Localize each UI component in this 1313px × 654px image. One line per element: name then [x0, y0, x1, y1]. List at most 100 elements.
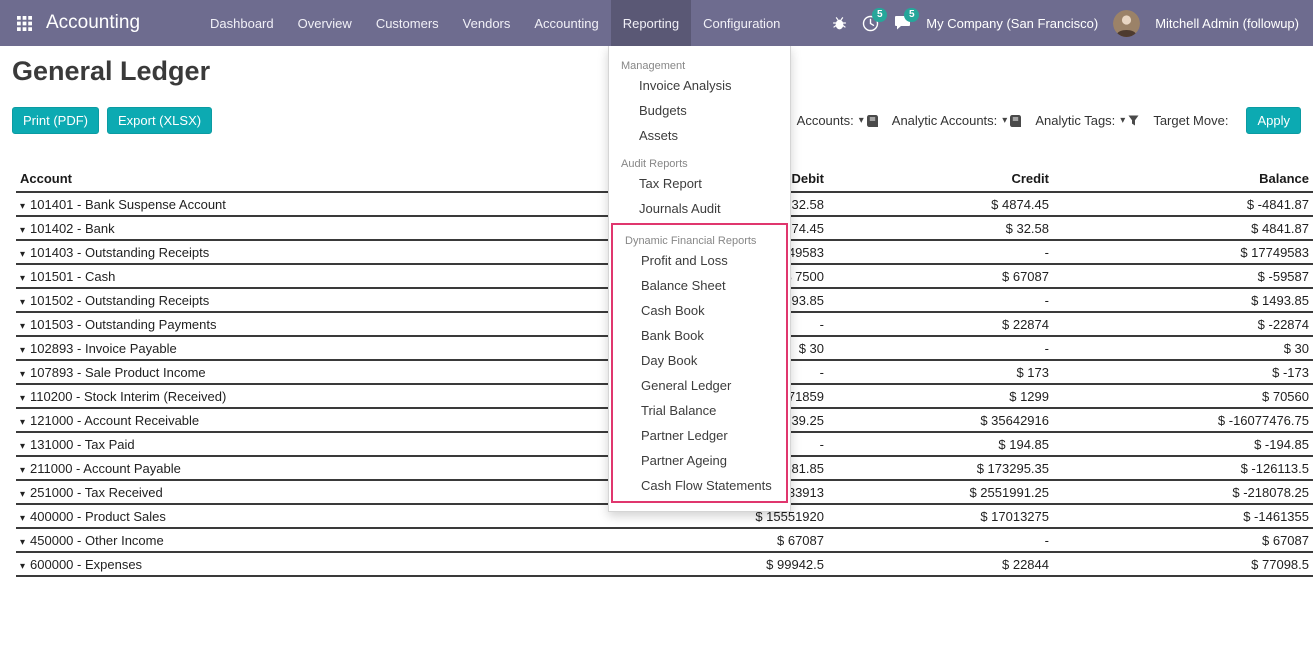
print-pdf-button[interactable]: Print (PDF)	[12, 107, 99, 134]
navbar-item-overview[interactable]: Overview	[286, 0, 364, 46]
account-name: 251000 - Tax Received	[30, 485, 163, 500]
account-name: 102893 - Invoice Payable	[30, 341, 177, 356]
dropdown-item[interactable]: Assets	[609, 123, 790, 148]
accounting-app-page: Accounting Dashboard Overview Customers …	[0, 0, 1313, 654]
dropdown-item[interactable]: Budgets	[609, 98, 790, 123]
app-name[interactable]: Accounting	[46, 12, 140, 34]
expand-caret-icon[interactable]: ▾	[20, 441, 25, 452]
dropdown-item[interactable]: General Ledger	[613, 373, 786, 398]
account-name: 101403 - Outstanding Receipts	[30, 245, 209, 260]
expand-caret-icon[interactable]: ▾	[20, 537, 25, 548]
dropdown-item-list: Tax ReportJournals Audit	[609, 171, 790, 221]
dropdown-item[interactable]: Invoice Analysis	[609, 73, 790, 98]
filter-target-move[interactable]: Target Move:	[1153, 113, 1228, 128]
main-menu: Dashboard Overview Customers Vendors Acc…	[198, 0, 792, 46]
expand-caret-icon[interactable]: ▾	[20, 393, 25, 404]
dropdown-item[interactable]: Profit and Loss	[613, 248, 786, 273]
navbar-item-vendors[interactable]: Vendors	[451, 0, 523, 46]
apply-button[interactable]: Apply	[1246, 107, 1301, 134]
expand-caret-icon[interactable]: ▾	[20, 561, 25, 572]
credit-cell: $ 173295.35	[828, 456, 1053, 480]
messages-chat-icon[interactable]: 5	[894, 15, 911, 31]
filter-accounts-label: Accounts:	[797, 113, 854, 128]
balance-cell: $ 4841.87	[1053, 216, 1313, 240]
column-header-balance: Balance	[1053, 168, 1313, 192]
balance-cell: $ -126113.5	[1053, 456, 1313, 480]
dropdown-section-header: Audit Reports	[609, 148, 790, 171]
account-cell: ▾121000 - Account Receivable	[16, 408, 638, 432]
account-cell: ▾ 101501 - Cash	[16, 264, 638, 288]
account-name: 101402 - Bank	[30, 221, 115, 236]
dropdown-item[interactable]: Journals Audit	[609, 196, 790, 221]
filter-analytic-accounts[interactable]: Analytic Accounts: ▾	[892, 113, 1022, 128]
account-cell: ▾ 107893 - Sale Product Income	[16, 360, 638, 384]
account-name: 107893 - Sale Product Income	[30, 365, 206, 380]
navbar-item-configuration[interactable]: Configuration	[691, 0, 792, 46]
dropdown-item[interactable]: Cash Flow Statements	[613, 473, 786, 498]
dropdown-item[interactable]: Trial Balance	[613, 398, 786, 423]
credit-cell: $ 173	[828, 360, 1053, 384]
dropdown-item[interactable]: Cash Book	[613, 298, 786, 323]
apps-grid-icon[interactable]	[10, 0, 38, 46]
filter-accounts[interactable]: Accounts: ▾	[797, 113, 878, 128]
dropdown-item-list: Invoice AnalysisBudgetsAssets	[609, 73, 790, 148]
navbar-item-dashboard[interactable]: Dashboard	[198, 0, 286, 46]
balance-cell: $ -4841.87	[1053, 192, 1313, 216]
dropdown-item-list: Profit and LossBalance SheetCash BookBan…	[613, 248, 786, 498]
company-switcher[interactable]: My Company (San Francisco)	[926, 16, 1098, 31]
navbar-item-customers[interactable]: Customers	[364, 0, 451, 46]
account-cell: ▾101502 - Outstanding Receipts	[16, 288, 638, 312]
expand-caret-icon[interactable]: ▾	[20, 465, 25, 476]
navbar-item-reporting[interactable]: Reporting	[611, 0, 691, 46]
balance-cell: $ -218078.25	[1053, 480, 1313, 504]
avatar[interactable]	[1113, 10, 1140, 37]
ledger-row[interactable]: ▾600000 - Expenses $ 99942.5 $ 22844 $ 7…	[16, 552, 1313, 576]
dropdown-item[interactable]: Tax Report	[609, 171, 790, 196]
dropdown-item[interactable]: Balance Sheet	[613, 273, 786, 298]
credit-cell: $ 4874.45	[828, 192, 1053, 216]
account-cell: ▾110200 - Stock Interim (Received)	[16, 384, 638, 408]
expand-caret-icon[interactable]: ▾	[20, 273, 25, 284]
dropdown-item[interactable]: Partner Ledger	[613, 423, 786, 448]
dropdown-section-header: Dynamic Financial Reports	[613, 225, 786, 248]
ledger-row[interactable]: ▾450000 - Other Income $ 67087 - $ 67087	[16, 528, 1313, 552]
dropdown-item[interactable]: Partner Ageing	[613, 448, 786, 473]
expand-caret-icon[interactable]: ▾	[20, 417, 25, 428]
bug-icon[interactable]	[832, 15, 847, 31]
expand-caret-icon[interactable]: ▾	[20, 297, 25, 308]
caret-down-icon: ▾	[1120, 115, 1125, 126]
expand-caret-icon[interactable]: ▾	[20, 369, 25, 380]
expand-caret-icon[interactable]: ▾	[20, 249, 25, 260]
balance-cell: $ 70560	[1053, 384, 1313, 408]
messages-badge: 5	[904, 8, 919, 22]
expand-caret-icon[interactable]: ▾	[20, 321, 25, 332]
balance-cell: $ 17749583	[1053, 240, 1313, 264]
expand-caret-icon[interactable]: ▾	[20, 201, 25, 212]
credit-cell: $ 22844	[828, 552, 1053, 576]
credit-cell: $ 67087	[828, 264, 1053, 288]
balance-cell: $ -173	[1053, 360, 1313, 384]
account-name: 400000 - Product Sales	[30, 509, 166, 524]
expand-caret-icon[interactable]: ▾	[20, 345, 25, 356]
balance-cell: $ -16077476.75	[1053, 408, 1313, 432]
activities-clock-icon[interactable]: 5	[862, 15, 879, 32]
account-cell: ▾ 102893 - Invoice Payable	[16, 336, 638, 360]
credit-cell: $ 22874	[828, 312, 1053, 336]
expand-caret-icon[interactable]: ▾	[20, 513, 25, 524]
expand-caret-icon[interactable]: ▾	[20, 489, 25, 500]
dropdown-item[interactable]: Bank Book	[613, 323, 786, 348]
credit-cell: $ 17013275	[828, 504, 1053, 528]
filter-analytic-tags[interactable]: Analytic Tags: ▾	[1035, 113, 1139, 128]
account-name: 101501 - Cash	[30, 269, 115, 284]
account-name: 101401 - Bank Suspense Account	[30, 197, 226, 212]
expand-caret-icon[interactable]: ▾	[20, 225, 25, 236]
account-name: 101503 - Outstanding Payments	[30, 317, 216, 332]
dropdown-item[interactable]: Day Book	[613, 348, 786, 373]
export-xlsx-button[interactable]: Export (XLSX)	[107, 107, 212, 134]
credit-cell: $ 1299	[828, 384, 1053, 408]
user-menu[interactable]: Mitchell Admin (followup)	[1155, 16, 1299, 31]
balance-cell: $ 67087	[1053, 528, 1313, 552]
column-header-account: Account	[16, 168, 638, 192]
navbar-item-accounting[interactable]: Accounting	[522, 0, 610, 46]
balance-cell: $ -59587	[1053, 264, 1313, 288]
